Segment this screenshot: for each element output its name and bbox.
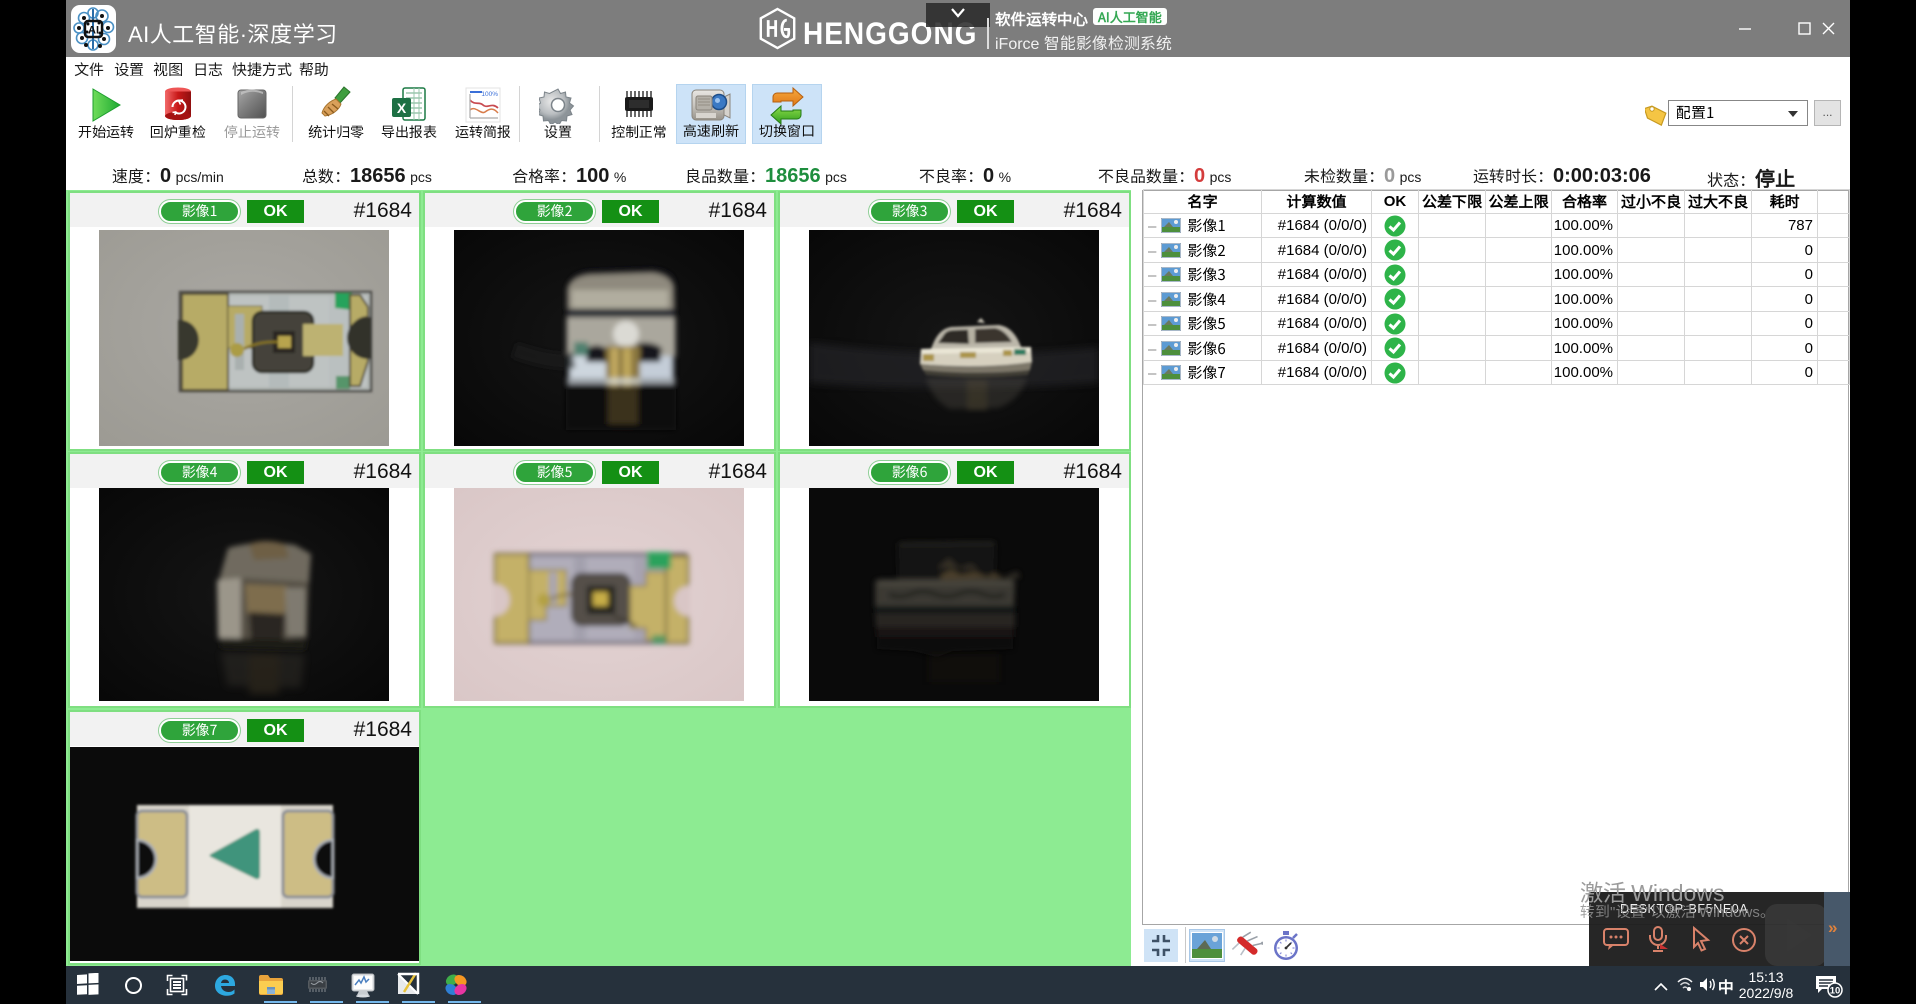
svg-text:X: X bbox=[397, 100, 407, 116]
svg-text:10: 10 bbox=[1830, 986, 1841, 997]
svg-text:AI: AI bbox=[88, 25, 99, 37]
svg-text:100%: 100% bbox=[481, 91, 498, 98]
